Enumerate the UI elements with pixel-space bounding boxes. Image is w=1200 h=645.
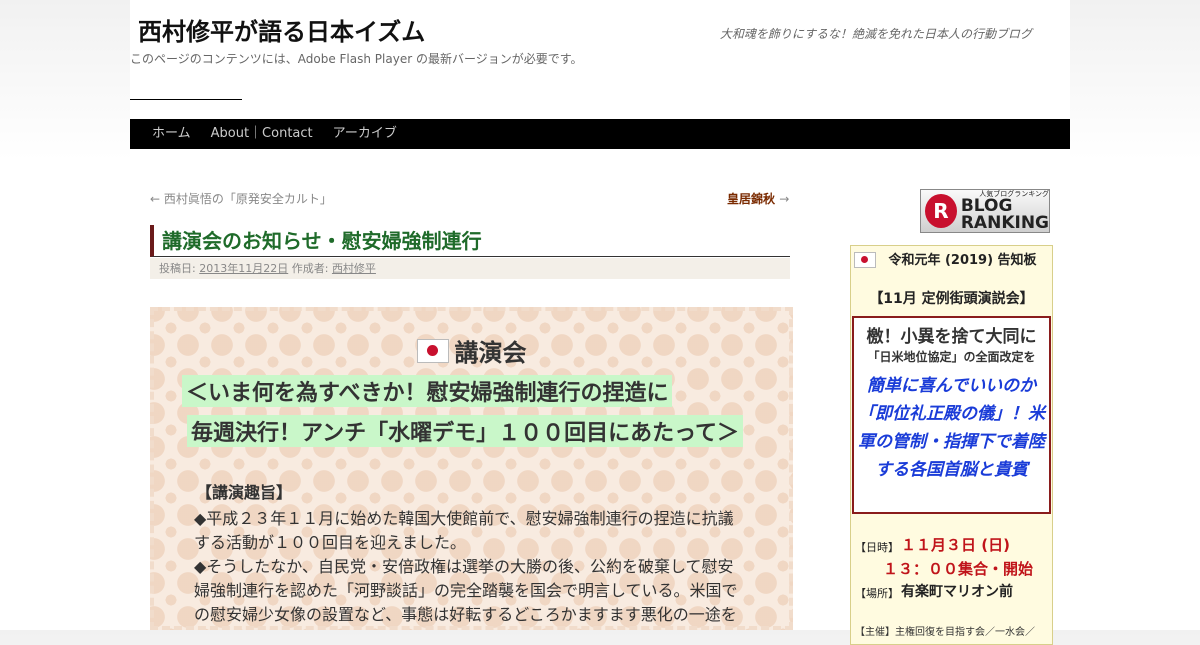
japan-flag-icon [416, 339, 449, 363]
post-date-link[interactable]: 2013年11月22日 [199, 262, 288, 275]
event-place-label: 【場所】 [855, 587, 899, 600]
next-post-label: 皇居錦秋 [727, 192, 776, 206]
main-nav: ホーム About｜Contact アーカイブ [130, 119, 1070, 149]
ranking-banner-line2: RANKING [960, 213, 1049, 233]
event-date: １１月３日 (日) [901, 536, 1010, 554]
site-tagline: 大和魂を飾りにするな！絶滅を免れた日本人の行動ブログ [719, 27, 1032, 41]
lecture-heading: 講演会 [154, 333, 789, 368]
notice-highlight-box: 檄！小異を捨て大同に 「日米地位協定」の全面改定を 簡単に喜んでいいのか「即位礼… [852, 316, 1051, 514]
nav-item-archive[interactable]: アーカイブ [323, 119, 407, 149]
event-organizer: 【主催】主権回復を目指す会／一水会／ [855, 627, 1035, 638]
header-divider [130, 99, 242, 100]
next-post-link[interactable]: 皇居錦秋 → [727, 190, 789, 207]
post-author-link[interactable]: 西村修平 [332, 262, 376, 275]
lecture-purpose-body: ◆平成２３年１１月に始めた韓国大使館前で、慰安婦強制連行の捏造に抗議する活動が１… [194, 507, 742, 626]
posted-on-label: 投稿日: [159, 262, 196, 275]
lecture-heading-text: 講演会 [454, 339, 527, 367]
lecture-purpose-heading: 【講演趣旨】 [196, 483, 293, 502]
japan-flag-icon [854, 252, 876, 268]
nav-item-home[interactable]: ホーム [130, 119, 201, 149]
post-meta: 投稿日: 2013年11月22日 作成者: 西村修平 [150, 258, 790, 279]
post-content: 講演会 ＜いま何を為すべきか！慰安婦強制連行の捏造に 毎週決行！アンチ「水曜デモ… [150, 307, 793, 630]
flash-player-notice: このページのコンテンツには、Adobe Flash Player の最新バージョ… [130, 52, 583, 66]
notice-subheadline: 「日米地位協定」の全面改定を [867, 350, 1036, 364]
notice-board-widget: 令和元年 (2019) 告知板 【11月 定例街頭演説会】 檄！小異を捨て大同に… [850, 245, 1053, 645]
ranking-banner-text: 人気ブログランキング BLOG RANKING [961, 190, 1049, 232]
page-container: 西村修平が語る日本イズム 大和魂を飾りにするな！絶滅を免れた日本人の行動ブログ … [130, 0, 1070, 645]
notice-main-message: 簡単に喜んでいいのか「即位礼正殿の儀」！米軍の管制・指揮下で着陸する各国首脳と貴… [858, 376, 1045, 480]
event-date-label: 【日時】 [855, 541, 899, 554]
event-time: １３：００集合・開始 [883, 560, 1034, 578]
previous-post-link[interactable]: ← 西村眞悟の「原発安全カルト」 [150, 190, 332, 207]
lecture-subtitle-line1: ＜いま何を為すべきか！慰安婦強制連行の捏造に [182, 375, 673, 407]
post-title: 講演会のお知らせ・慰安婦強制連行 [150, 225, 790, 257]
notice-board-title: 令和元年 (2019) 告知板 [888, 253, 1037, 268]
event-place: 有楽町マリオン前 [901, 584, 1013, 600]
lecture-subtitle-line2: 毎週決行！アンチ「水曜デモ」１００回目にあたって＞ [187, 415, 744, 447]
site-title[interactable]: 西村修平が語る日本イズム [138, 12, 425, 47]
next-arrow-icon: → [779, 192, 790, 206]
ranking-logo-icon: R [925, 194, 957, 228]
blog-ranking-banner[interactable]: R 人気ブログランキング BLOG RANKING [920, 189, 1050, 233]
notice-board-subtitle: 【11月 定例街頭演説会】 [869, 291, 1034, 307]
notice-headline: 檄！小異を捨て大同に [866, 327, 1037, 347]
paragraph: ◆そうしたなか、自民党・安倍政権は選挙の大勝の後、公約を破棄して慰安婦強制連行を… [194, 557, 738, 624]
paragraph: ◆平成２３年１１月に始めた韓国大使館前で、慰安婦強制連行の捏造に抗議する活動が１… [194, 509, 734, 552]
author-label: 作成者: [291, 262, 329, 275]
nav-item-about-contact[interactable]: About｜Contact [201, 119, 323, 149]
